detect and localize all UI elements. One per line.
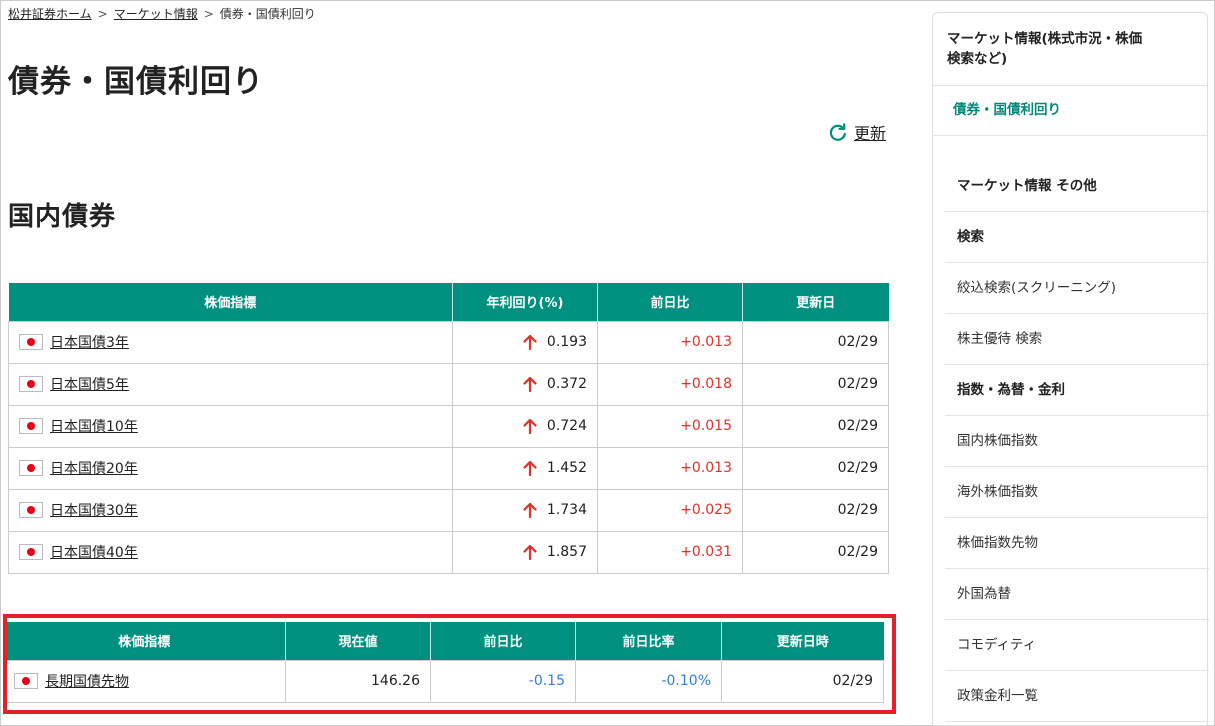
sidebar-item-link[interactable]: 海外株価指数 xyxy=(945,467,1209,518)
breadcrumb-separator: > xyxy=(97,7,108,21)
japan-flag-icon xyxy=(19,418,43,434)
sidebar-item-link[interactable]: 政策金利一覧 xyxy=(945,671,1209,722)
sidebar-list: マーケット情報 その他 検索 絞込検索(スクリーニング) 株主優待 検索 指数・為替・金… xyxy=(945,161,1209,722)
sidebar-item-link[interactable]: 株主優待 検索 xyxy=(945,314,1209,365)
arrow-up-icon xyxy=(523,376,537,392)
japan-flag-icon xyxy=(19,544,43,560)
bond-name-link[interactable]: 日本国債5年 xyxy=(50,377,129,393)
page-title: 債券・国債利回り xyxy=(8,64,264,100)
bond-name-cell: 日本国債5年 xyxy=(8,362,453,406)
yield-cell: 0.724 xyxy=(452,404,598,448)
arrow-up-icon xyxy=(523,544,537,560)
change-cell: +0.013 xyxy=(597,446,743,490)
change-cell: +0.013 xyxy=(597,320,743,364)
sidebar-item-link[interactable]: 株価指数先物 xyxy=(945,518,1209,569)
bond-name-link[interactable]: 日本国債30年 xyxy=(50,503,138,519)
yield-value: 0.372 xyxy=(546,376,587,392)
table-row: 日本国債5年 0.372 +0.018 02/29 xyxy=(8,362,889,406)
section-title: 国内債券 xyxy=(8,202,117,232)
column-header-date: 更新日 xyxy=(742,283,889,321)
breadcrumb: 松井証券ホーム > マーケット情報 > 債券・国債利回り xyxy=(8,5,316,22)
table-row: 日本国債30年 1.734 +0.025 02/29 xyxy=(8,488,889,532)
sidebar-item-link[interactable]: 国内株価指数 xyxy=(945,416,1209,467)
sidebar-section-header: 指数・為替・金利 xyxy=(945,365,1209,416)
sidebar-header-line: 検索など) xyxy=(947,51,1008,67)
yield-value: 1.452 xyxy=(546,460,587,476)
bond-name-cell: 日本国債3年 xyxy=(8,320,453,364)
sidebar-item-active[interactable]: 債券・国債利回り xyxy=(933,86,1207,136)
arrow-up-icon xyxy=(523,502,537,518)
breadcrumb-current: 債券・国債利回り xyxy=(219,7,316,21)
table-header-row: 株価指標 年利回り(%) 前日比 更新日 xyxy=(8,283,889,321)
sidebar-header-line: マーケット情報(株式市況・株価 xyxy=(947,31,1143,47)
bond-name-cell: 日本国債10年 xyxy=(8,404,453,448)
date-cell: 02/29 xyxy=(742,362,889,406)
yield-cell: 1.734 xyxy=(452,488,598,532)
arrow-up-icon xyxy=(523,460,537,476)
breadcrumb-market-link[interactable]: マーケット情報 xyxy=(114,7,198,21)
change-cell: +0.018 xyxy=(597,362,743,406)
date-cell: 02/29 xyxy=(742,488,889,532)
bond-name-cell: 日本国債40年 xyxy=(8,530,453,574)
yield-value: 1.734 xyxy=(546,502,587,518)
refresh-icon xyxy=(829,123,846,141)
japan-flag-icon xyxy=(19,460,43,476)
sidebar: マーケット情報(株式市況・株価 検索など) 債券・国債利回り マーケット情報 そ… xyxy=(932,12,1209,726)
bond-yield-table: 株価指標 年利回り(%) 前日比 更新日 日本国債3年 0.193 +0.013 02… xyxy=(8,283,889,574)
change-cell: +0.015 xyxy=(597,404,743,448)
sidebar-item-link[interactable]: コモディティ xyxy=(945,620,1209,671)
japan-flag-icon xyxy=(19,502,43,518)
date-cell: 02/29 xyxy=(742,404,889,448)
highlight-box xyxy=(3,614,896,714)
yield-cell: 1.452 xyxy=(452,446,598,490)
change-cell: +0.031 xyxy=(597,530,743,574)
arrow-up-icon xyxy=(523,418,537,434)
yield-cell: 0.372 xyxy=(452,362,598,406)
breadcrumb-home-link[interactable]: 松井証券ホーム xyxy=(8,7,92,21)
yield-cell: 1.857 xyxy=(452,530,598,574)
refresh-label: 更新 xyxy=(854,124,887,143)
yield-value: 0.193 xyxy=(546,334,587,350)
change-cell: +0.025 xyxy=(597,488,743,532)
table-row: 日本国債10年 0.724 +0.015 02/29 xyxy=(8,404,889,448)
date-cell: 02/29 xyxy=(742,320,889,364)
refresh-button[interactable]: 更新 xyxy=(828,120,886,144)
table-row: 日本国債20年 1.452 +0.013 02/29 xyxy=(8,446,889,490)
sidebar-section-header: マーケット情報 その他 xyxy=(945,161,1209,212)
sidebar-section-header: 検索 xyxy=(945,212,1209,263)
bond-name-link[interactable]: 日本国債3年 xyxy=(50,335,129,351)
sidebar-item-link[interactable]: 外国為替 xyxy=(945,569,1209,620)
bond-name-cell: 日本国債20年 xyxy=(8,446,453,490)
column-header-yield: 年利回り(%) xyxy=(452,283,598,321)
arrow-up-icon xyxy=(523,334,537,350)
table-row: 日本国債40年 1.857 +0.031 02/29 xyxy=(8,530,889,574)
bond-name-link[interactable]: 日本国債10年 xyxy=(50,419,138,435)
japan-flag-icon xyxy=(19,376,43,392)
yield-value: 0.724 xyxy=(546,418,587,434)
japan-flag-icon xyxy=(19,334,43,350)
yield-cell: 0.193 xyxy=(452,320,598,364)
date-cell: 02/29 xyxy=(742,446,889,490)
date-cell: 02/29 xyxy=(742,530,889,574)
column-header-change: 前日比 xyxy=(597,283,743,321)
sidebar-header[interactable]: マーケット情報(株式市況・株価 検索など) xyxy=(933,13,1207,86)
bond-name-link[interactable]: 日本国債20年 xyxy=(50,461,138,477)
bond-name-cell: 日本国債30年 xyxy=(8,488,453,532)
bond-name-link[interactable]: 日本国債40年 xyxy=(50,545,138,561)
breadcrumb-separator: > xyxy=(203,7,214,21)
column-header-index: 株価指標 xyxy=(8,283,453,321)
table-row: 日本国債3年 0.193 +0.013 02/29 xyxy=(8,320,889,364)
sidebar-item-link[interactable]: 絞込検索(スクリーニング) xyxy=(945,263,1209,314)
yield-value: 1.857 xyxy=(546,544,587,560)
